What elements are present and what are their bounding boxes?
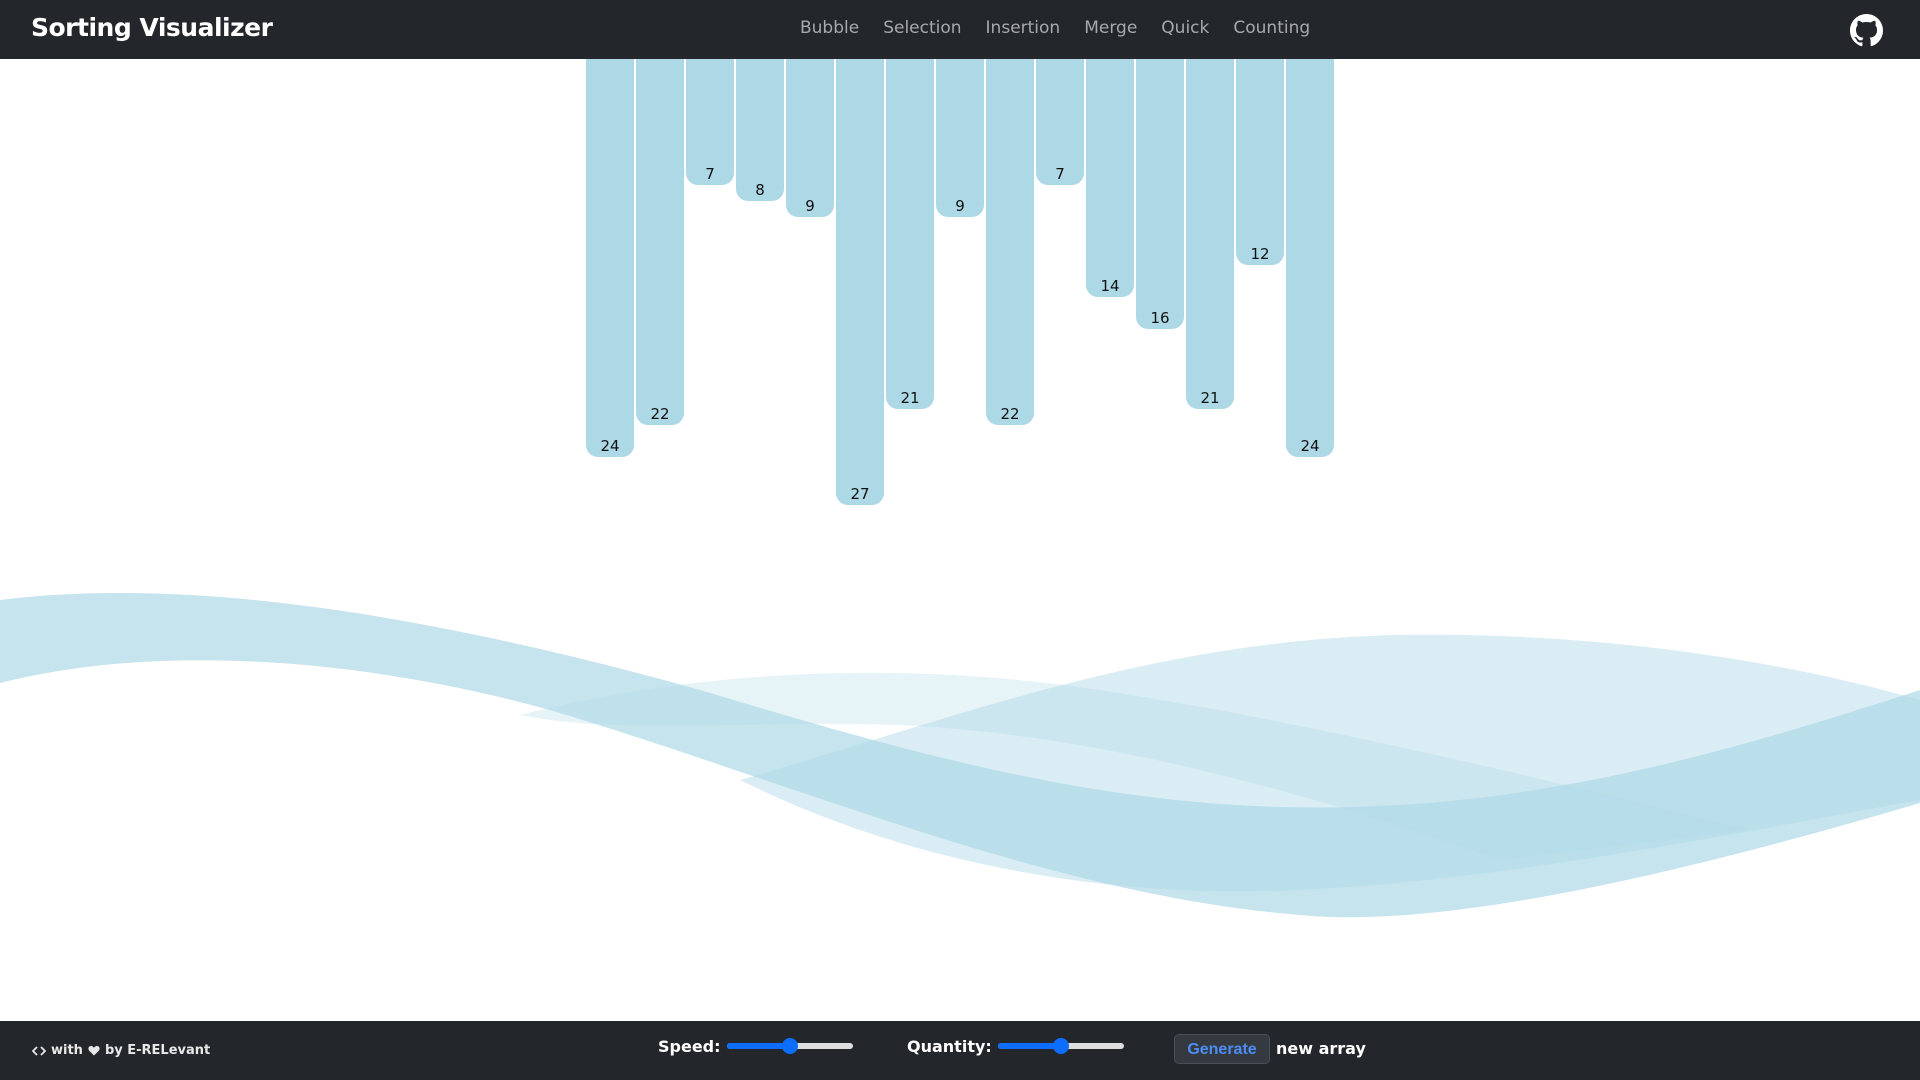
speed-slider[interactable] <box>726 1036 853 1056</box>
quantity-slider[interactable] <box>997 1036 1124 1056</box>
array-bar: 8 <box>736 59 784 201</box>
nav-link-bubble[interactable]: Bubble <box>800 18 859 38</box>
array-bar: 22 <box>986 59 1034 425</box>
wave-decoration <box>0 593 1920 918</box>
brand-title[interactable]: Sorting Visualizer <box>31 13 273 42</box>
array-bar-label: 27 <box>850 485 870 503</box>
code-icon <box>32 1045 46 1056</box>
array-bar: 24 <box>1286 59 1334 457</box>
nav-link-quick[interactable]: Quick <box>1161 18 1209 38</box>
array-bar-label: 7 <box>1055 165 1065 183</box>
array-bar: 27 <box>836 59 884 505</box>
quantity-slider-thumb[interactable] <box>1052 1038 1069 1054</box>
array-bar-label: 7 <box>705 165 715 183</box>
nav-links: Bubble Selection Insertion Merge Quick C… <box>800 18 1334 38</box>
array-bars: 24 22 7 8 9 27 21 9 22 7 14 16 21 12 24 <box>0 59 1920 619</box>
array-bar-label: 9 <box>805 197 815 215</box>
array-bar-label: 22 <box>650 405 670 423</box>
quantity-control: Quantity: <box>907 1036 1124 1056</box>
array-bar: 12 <box>1236 59 1284 265</box>
array-bar-label: 21 <box>900 389 920 407</box>
array-bar-label: 14 <box>1100 277 1120 295</box>
array-bar: 7 <box>1036 59 1084 185</box>
array-bar: 21 <box>1186 59 1234 409</box>
array-bar-label: 9 <box>955 197 965 215</box>
speed-slider-thumb[interactable] <box>781 1038 798 1054</box>
array-bar-label: 21 <box>1200 389 1220 407</box>
array-bar: 21 <box>886 59 934 409</box>
array-bar-label: 16 <box>1150 309 1170 327</box>
heart-icon <box>88 1045 100 1056</box>
array-bar: 7 <box>686 59 734 185</box>
array-bar: 22 <box>636 59 684 425</box>
quantity-label: Quantity: <box>907 1036 992 1056</box>
array-bar: 9 <box>936 59 984 217</box>
array-bar: 24 <box>586 59 634 457</box>
credit: with by E-RELevant <box>32 1043 210 1058</box>
credit-author[interactable]: by E-RELevant <box>105 1043 210 1058</box>
array-bar-label: 8 <box>755 181 765 199</box>
generate-button[interactable]: Generate <box>1174 1034 1270 1064</box>
nav-link-selection[interactable]: Selection <box>883 18 961 38</box>
array-bar: 16 <box>1136 59 1184 329</box>
array-bar-label: 24 <box>600 437 620 455</box>
navbar: Sorting Visualizer Bubble Selection Inse… <box>0 0 1920 59</box>
array-bar: 14 <box>1086 59 1134 297</box>
array-bar-label: 12 <box>1250 245 1270 263</box>
github-icon[interactable] <box>1850 14 1883 47</box>
array-bar: 9 <box>786 59 834 217</box>
nav-link-merge[interactable]: Merge <box>1084 18 1137 38</box>
credit-with: with <box>51 1043 83 1058</box>
array-bar-label: 24 <box>1300 437 1320 455</box>
nav-link-counting[interactable]: Counting <box>1233 18 1310 38</box>
footer: with by E-RELevant Speed: Quantity: Gene… <box>0 1021 1920 1080</box>
nav-link-insertion[interactable]: Insertion <box>986 18 1061 38</box>
speed-control: Speed: <box>658 1036 853 1056</box>
array-bar-label: 22 <box>1000 405 1020 423</box>
speed-label: Speed: <box>658 1036 721 1056</box>
generate-suffix: new array <box>1276 1039 1366 1058</box>
